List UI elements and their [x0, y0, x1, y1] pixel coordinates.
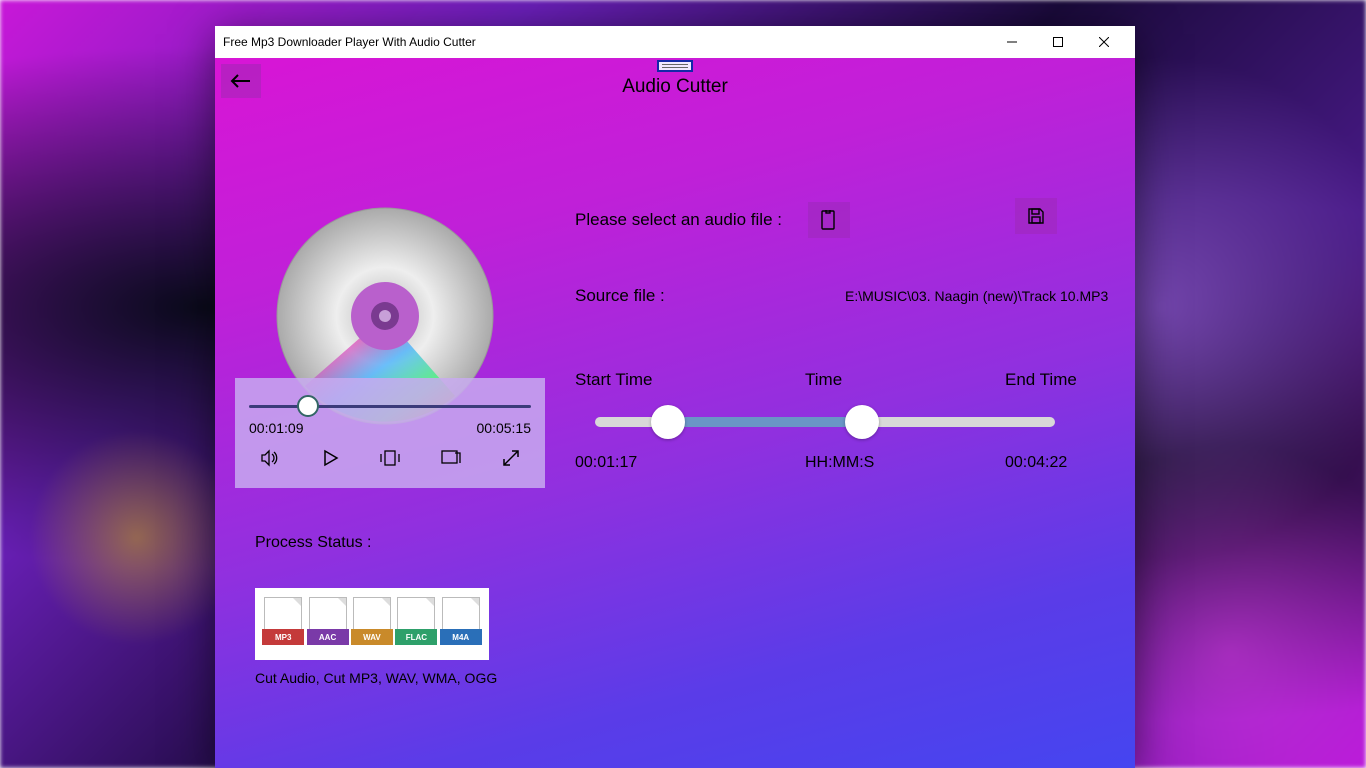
maximize-button[interactable] — [1035, 26, 1081, 58]
fullscreen-button[interactable] — [497, 444, 525, 472]
start-time-label: Start Time — [575, 370, 652, 390]
volume-button[interactable] — [255, 444, 283, 472]
range-start-thumb[interactable] — [651, 405, 685, 439]
format-icon-mp3: MP3 — [264, 597, 302, 651]
end-time-label: End Time — [1005, 370, 1077, 390]
page-title: Audio Cutter — [622, 76, 728, 98]
drag-handle-icon[interactable] — [657, 60, 693, 72]
format-icon-flac: FLAC — [397, 597, 435, 651]
minimize-button[interactable] — [989, 26, 1035, 58]
playback-duration: 00:05:15 — [477, 420, 532, 436]
aspect-button[interactable] — [376, 444, 404, 472]
range-fill — [667, 417, 861, 427]
playback-thumb[interactable] — [297, 395, 319, 417]
source-file-path: E:\MUSIC\03. Naagin (new)\Track 10.MP3 — [845, 288, 1108, 304]
playback-slider[interactable] — [249, 394, 531, 422]
select-file-label: Please select an audio file : — [575, 210, 782, 230]
cast-button[interactable] — [437, 444, 465, 472]
playback-current-time: 00:01:09 — [249, 420, 304, 436]
format-icon-m4a: M4A — [442, 597, 480, 651]
app-window: Free Mp3 Downloader Player With Audio Cu… — [215, 26, 1135, 768]
supported-formats-image: MP3 AAC WAV FLAC M4A — [255, 588, 489, 660]
process-status-label: Process Status : — [255, 534, 372, 552]
playback-track — [249, 405, 531, 408]
play-button[interactable] — [316, 444, 344, 472]
open-file-button[interactable] — [808, 202, 850, 238]
audio-player: 00:01:09 00:05:15 — [235, 378, 545, 488]
title-bar[interactable]: Free Mp3 Downloader Player With Audio Cu… — [215, 26, 1135, 58]
source-file-label: Source file : — [575, 286, 665, 306]
start-time-value: 00:01:17 — [575, 454, 637, 472]
time-value: HH:MM:S — [805, 454, 874, 472]
app-content: Audio Cutter — [215, 58, 1135, 768]
window-title: Free Mp3 Downloader Player With Audio Cu… — [223, 35, 989, 49]
range-end-thumb[interactable] — [845, 405, 879, 439]
format-icon-aac: AAC — [309, 597, 347, 651]
close-button[interactable] — [1081, 26, 1127, 58]
formats-caption: Cut Audio, Cut MP3, WAV, WMA, OGG — [255, 670, 497, 686]
save-button[interactable] — [1015, 198, 1057, 234]
back-button[interactable] — [221, 64, 261, 98]
cut-range-slider[interactable] — [595, 408, 1055, 438]
time-label: Time — [805, 370, 842, 390]
format-icon-wav: WAV — [353, 597, 391, 651]
end-time-value: 00:04:22 — [1005, 454, 1067, 472]
